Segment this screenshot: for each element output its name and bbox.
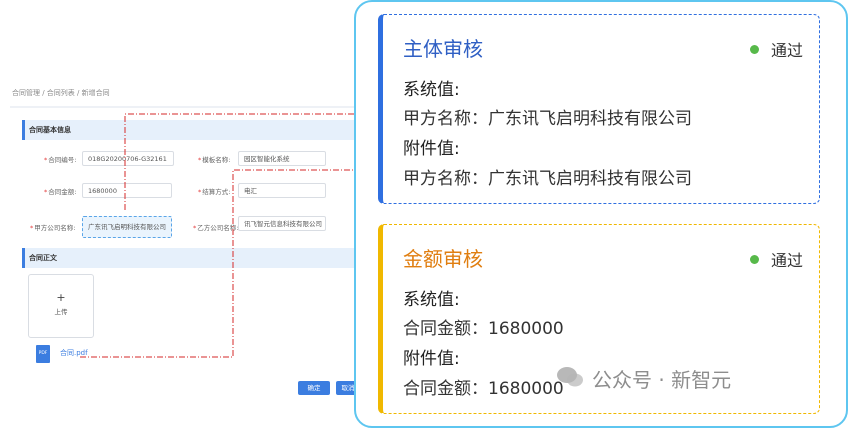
plus-icon: + [56,291,66,304]
attachment-link[interactable]: 合同.pdf [60,348,88,358]
party-a-label: *甲方公司名称: [30,224,76,232]
contract-no-label: *合同编号: [44,156,77,164]
attachment-value: 甲方名称：广东讯飞启明科技有限公司 [403,169,692,189]
status-badge: 通过 [749,247,803,271]
upload-label: 上传 [54,308,68,316]
pdf-file-icon: PDF [36,345,50,363]
status-dot-icon [749,255,759,264]
system-value: 合同金额：1680000 [403,319,564,339]
watermark-text: 公众号 · 新智元 [592,368,732,392]
amount-input[interactable]: 1680000 [82,183,172,198]
amount-label: *合同金额: [44,188,77,196]
section-contract-body: 合同正文 [22,248,362,268]
status-dot-icon [749,45,759,54]
breadcrumb: 合同管理 / 合同列表 / 新增合同 [12,89,110,97]
payment-input[interactable]: 电汇 [238,183,326,198]
template-input[interactable]: 园区智能化系统 [238,151,326,166]
card-title: 金额审核 [403,247,483,271]
party-b-label: *乙方公司名称: [193,224,239,232]
section-basic-info-title: 合同基本信息 [29,126,71,134]
party-a-input[interactable]: 广东讯飞启明科技有限公司 [82,216,172,238]
section-contract-body-title: 合同正文 [29,254,57,262]
upload-button[interactable]: + 上传 [28,274,94,338]
confirm-button[interactable]: 确定 [298,381,330,395]
template-label: *模板名称: [198,156,231,164]
system-value-label: 系统值: [403,290,460,310]
payment-label: *结算方式: [198,188,231,196]
breadcrumb-divider [10,106,360,108]
attachment-value-label: 附件值: [403,139,460,159]
attachment-value-label: 附件值: [403,349,460,369]
status-badge: 通过 [749,37,803,61]
party-b-input[interactable]: 讯飞智元信息科技有限公司 [238,216,326,231]
wechat-logo-icon [557,367,583,387]
entity-audit-card: 主体审核 通过 系统值: 甲方名称：广东讯飞启明科技有限公司 附件值: 甲方名称… [378,14,820,204]
attachment-value: 合同金额：1680000 [403,379,564,399]
system-value-label: 系统值: [403,80,460,100]
system-value: 甲方名称：广东讯飞启明科技有限公司 [403,109,692,129]
card-title: 主体审核 [403,37,483,61]
section-basic-info: 合同基本信息 [22,120,362,140]
contract-form-screenshot: 合同管理 / 合同列表 / 新增合同 合同基本信息 *合同编号: 018G202… [10,82,362,412]
contract-no-input[interactable]: 018G20200706-G32161 [82,151,174,166]
